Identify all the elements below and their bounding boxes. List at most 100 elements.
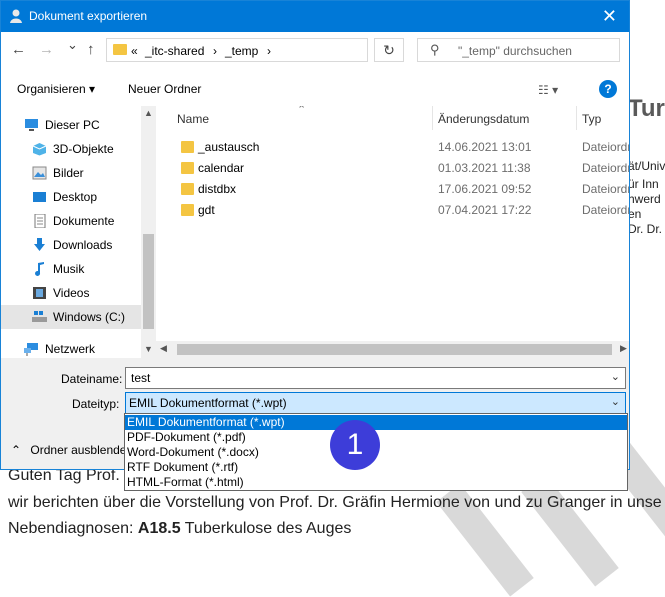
- file-list-scrollbar[interactable]: ◀ ▶: [156, 341, 629, 358]
- nav-item-music[interactable]: Musik: [1, 257, 141, 281]
- export-dialog: Dokument exportieren ✕ ← → ⌄ ↑ « _itc-sh…: [0, 0, 630, 470]
- folder-icon: [181, 204, 194, 216]
- folder-icon: [113, 44, 127, 55]
- scrollbar-thumb[interactable]: [177, 344, 612, 355]
- hide-folders-button[interactable]: ⌃ Ordner ausblende: [11, 443, 126, 457]
- file-row[interactable]: calendar 01.03.2021 11:38 Dateiordner: [156, 157, 629, 179]
- document-text: Nebendiagnosen: A18.5 Tuberkulose des Au…: [8, 520, 351, 538]
- file-name: distdbx: [198, 182, 237, 196]
- help-button[interactable]: ?: [599, 80, 617, 98]
- navigation-bar: ← → ⌄ ↑ « _itc-shared › _temp › ↻ ⚲ "_te…: [1, 32, 629, 70]
- filename-label: Dateiname:: [61, 372, 123, 386]
- filename-input[interactable]: test ⌄: [125, 367, 626, 389]
- scroll-up-icon[interactable]: ▲: [144, 108, 153, 118]
- file-row[interactable]: _austausch 14.06.2021 13:01 Dateiordner: [156, 136, 629, 158]
- filetype-option-rtf[interactable]: RTF Dokument (*.rtf): [125, 460, 627, 475]
- nav-item-documents[interactable]: Dokumente: [1, 209, 141, 233]
- nav-item-label: Dokumente: [53, 214, 115, 228]
- recent-locations-button[interactable]: ⌄: [67, 37, 78, 53]
- document-text: wir berichten über die Vorstellung von P…: [8, 494, 662, 511]
- navigation-pane: Dieser PC 3D-Objekte Bilder Desktop Doku…: [1, 106, 156, 358]
- search-box[interactable]: ⚲ "_temp" durchsuchen: [417, 38, 620, 62]
- column-header-date[interactable]: Änderungsdatum: [438, 112, 529, 126]
- scroll-left-icon[interactable]: ◀: [160, 343, 167, 354]
- chevron-down-icon[interactable]: ⌄: [611, 370, 620, 383]
- document-text: Dr. Dr.: [628, 222, 663, 236]
- chevron-down-icon[interactable]: ⌄: [611, 395, 620, 408]
- network-icon: [24, 343, 38, 356]
- search-placeholder: "_temp" durchsuchen: [458, 44, 572, 58]
- column-header-name[interactable]: Name: [177, 112, 209, 126]
- hide-folders-label: Ordner ausblende: [30, 443, 127, 457]
- filetype-option-html[interactable]: HTML-Format (*.html): [125, 475, 627, 490]
- nav-item-windows-c[interactable]: Windows (C:): [1, 305, 141, 329]
- nav-item-videos[interactable]: Videos: [1, 281, 141, 305]
- forward-button[interactable]: →: [39, 41, 54, 58]
- file-list: Name ⌃ Änderungsdatum Typ _austausch 14.…: [156, 106, 629, 358]
- up-button[interactable]: ↑: [87, 41, 95, 58]
- column-separator[interactable]: [576, 106, 577, 130]
- nav-item-label: Desktop: [53, 190, 98, 204]
- documents-icon: [34, 214, 46, 228]
- nav-item-network[interactable]: Netzwerk: [1, 337, 141, 358]
- breadcrumb-separator[interactable]: ›: [213, 44, 217, 58]
- drive-icon: [32, 311, 47, 322]
- music-icon: [35, 262, 44, 276]
- view-options-icon[interactable]: ☷ ▾: [538, 83, 558, 97]
- filetype-select[interactable]: EMIL Dokumentformat (*.wpt) ⌄: [125, 392, 626, 414]
- nav-item-label: Dieser PC: [45, 118, 100, 132]
- step-number-badge: 1: [330, 420, 380, 470]
- nav-item-desktop[interactable]: Desktop: [1, 185, 141, 209]
- refresh-button[interactable]: ↻: [374, 38, 404, 62]
- pictures-icon: [32, 166, 47, 180]
- chevron-up-icon: ⌃: [11, 443, 22, 457]
- breadcrumb-itc-shared[interactable]: _itc-shared: [145, 44, 204, 58]
- filename-value: test: [131, 371, 151, 385]
- breadcrumb-temp[interactable]: _temp: [225, 44, 258, 58]
- filetype-label: Dateityp:: [72, 397, 120, 411]
- nav-item-3d-objects[interactable]: 3D-Objekte: [1, 137, 141, 161]
- folder-icon: [181, 162, 194, 174]
- file-type: Dateiordner: [582, 182, 629, 196]
- column-header-type[interactable]: Typ: [582, 112, 601, 126]
- command-bar: Organisieren ▾ Neuer Ordner ☷ ▾ ?: [1, 70, 629, 106]
- desktop-icon: [33, 192, 46, 202]
- nav-item-label: Videos: [53, 286, 90, 300]
- file-name: _austausch: [198, 140, 260, 154]
- file-type: Dateiordner: [582, 161, 629, 175]
- breadcrumb-separator[interactable]: ›: [267, 44, 271, 58]
- filetype-option-wpt[interactable]: EMIL Dokumentformat (*.wpt): [125, 415, 627, 430]
- new-folder-button[interactable]: Neuer Ordner: [128, 82, 201, 96]
- nav-pane-scrollbar[interactable]: ▲ ▼: [141, 106, 156, 358]
- file-date: 14.06.2021 13:01: [438, 140, 532, 154]
- nav-item-label: Windows (C:): [53, 310, 126, 324]
- search-icon: ⚲: [430, 42, 440, 57]
- videos-icon: [33, 287, 46, 299]
- nav-item-label: 3D-Objekte: [53, 142, 114, 156]
- cube-icon: [32, 143, 47, 156]
- organize-button[interactable]: Organisieren ▾: [17, 82, 95, 96]
- scroll-right-icon[interactable]: ▶: [620, 343, 627, 354]
- nav-item-pictures[interactable]: Bilder: [1, 161, 141, 185]
- back-button[interactable]: ←: [11, 41, 26, 58]
- document-text: ür Inn: [628, 177, 659, 191]
- document-text: ät/Unive: [628, 159, 665, 173]
- file-type: Dateiordner: [582, 203, 629, 217]
- title-bar[interactable]: Dokument exportieren ✕: [1, 1, 629, 32]
- nav-item-this-pc[interactable]: Dieser PC: [1, 113, 141, 137]
- scrollbar-thumb[interactable]: [143, 234, 154, 329]
- document-text-prefix: Nebendiagnosen:: [8, 520, 138, 537]
- close-button[interactable]: ✕: [602, 6, 617, 27]
- filetype-value: EMIL Dokumentformat (*.wpt): [129, 396, 287, 410]
- file-row[interactable]: distdbx 17.06.2021 09:52 Dateiordner: [156, 178, 629, 200]
- download-icon: [34, 238, 45, 251]
- address-bar[interactable]: « _itc-shared › _temp ›: [106, 38, 368, 62]
- document-text: hwerd: [628, 192, 661, 206]
- column-separator[interactable]: [432, 106, 433, 130]
- nav-item-downloads[interactable]: Downloads: [1, 233, 141, 257]
- address-prefix[interactable]: «: [131, 44, 138, 58]
- file-date: 17.06.2021 09:52: [438, 182, 532, 196]
- scroll-down-icon[interactable]: ▼: [144, 344, 153, 354]
- file-date: 01.03.2021 11:38: [438, 161, 531, 175]
- file-row[interactable]: gdt 07.04.2021 17:22 Dateiordner: [156, 199, 629, 221]
